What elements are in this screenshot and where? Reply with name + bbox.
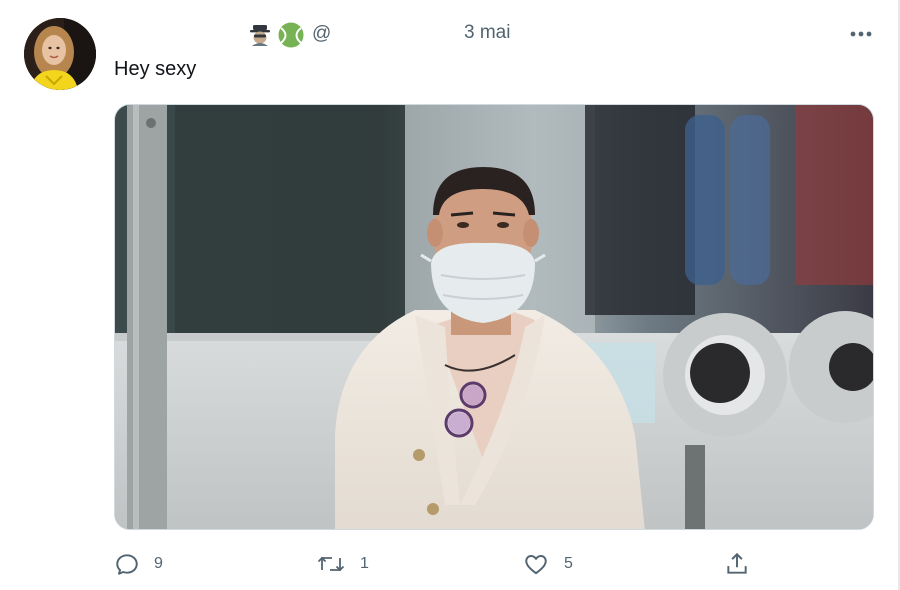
avatar-image (24, 18, 96, 90)
share-icon (727, 552, 747, 574)
tweet-photo[interactable] (114, 104, 874, 530)
retweet-button[interactable]: 1 (316, 548, 369, 580)
tweet[interactable]: @ 3 mai Hey sexy 9 1 5 (0, 0, 900, 590)
photo-man-in-mask (115, 105, 873, 529)
heart-icon (525, 555, 547, 575)
reply-count: 9 (154, 555, 163, 572)
more-button[interactable] (846, 20, 876, 48)
retweet-count: 1 (360, 555, 369, 572)
action-bar: 9 1 5 (114, 548, 754, 582)
like-count: 5 (564, 555, 573, 572)
tennis-ball-emoji-icon (278, 22, 304, 48)
author-handle[interactable]: @ (312, 23, 331, 45)
more-icon (850, 31, 872, 37)
tweet-header: @ (248, 20, 331, 48)
tweet-date[interactable]: 3 mai (464, 22, 510, 44)
retweet-icon (317, 556, 345, 572)
tweet-text: Hey sexy (114, 58, 197, 80)
reply-icon (116, 554, 138, 575)
detective-emoji-icon (248, 22, 272, 46)
reply-button[interactable]: 9 (114, 548, 163, 580)
like-button[interactable]: 5 (522, 548, 573, 580)
share-button[interactable] (724, 548, 750, 580)
avatar[interactable] (24, 18, 96, 90)
